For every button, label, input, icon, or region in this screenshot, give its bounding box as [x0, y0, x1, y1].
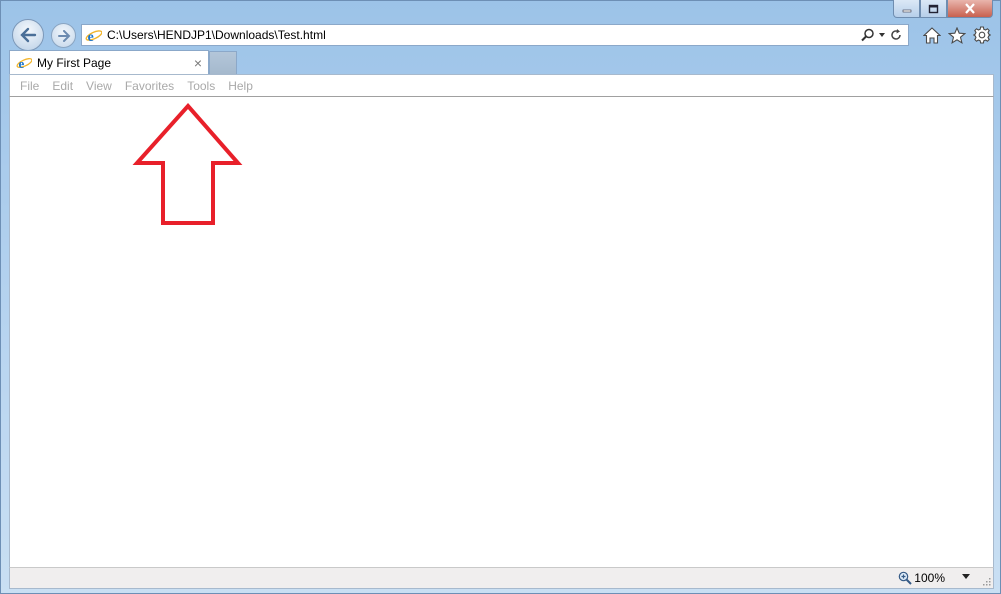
tab-title: My First Page [37, 55, 112, 70]
tab-close-icon[interactable]: × [194, 55, 202, 71]
address-bar[interactable]: e C:\Users\HENDJP1\Downloads\Test.html [81, 24, 909, 46]
zoom-level: 100% [914, 571, 945, 585]
favorites-star-icon [948, 26, 966, 44]
back-arrow-icon [20, 27, 37, 43]
maximize-button[interactable] [920, 0, 947, 18]
svg-text:e: e [88, 28, 94, 43]
forward-arrow-icon [57, 29, 70, 42]
zoom-control[interactable]: 100% [898, 571, 945, 585]
gear-icon [973, 26, 991, 44]
minimize-button[interactable] [893, 0, 920, 18]
maximize-icon [928, 4, 939, 13]
resize-grip-icon[interactable] [981, 576, 991, 586]
tab-my-first-page[interactable]: e My First Page × [9, 50, 209, 74]
menu-file[interactable]: File [20, 79, 39, 93]
favorites-button[interactable] [948, 26, 966, 44]
status-bar: 100% [9, 567, 994, 589]
new-tab-button[interactable] [209, 51, 237, 74]
menu-favorites[interactable]: Favorites [125, 79, 174, 93]
ie-page-icon: e [85, 28, 102, 43]
back-button[interactable] [12, 19, 44, 51]
menu-tools[interactable]: Tools [187, 79, 215, 93]
svg-text:e: e [19, 56, 25, 71]
menu-view[interactable]: View [86, 79, 112, 93]
home-button[interactable] [923, 26, 941, 44]
address-url[interactable]: C:\Users\HENDJP1\Downloads\Test.html [107, 28, 861, 42]
zoom-dropdown-icon[interactable] [962, 572, 971, 581]
close-icon [965, 3, 975, 14]
dropdown-icon[interactable] [878, 31, 886, 39]
ie-page-icon: e [16, 56, 32, 71]
home-icon [923, 26, 941, 44]
search-icon[interactable] [861, 28, 875, 42]
settings-button[interactable] [973, 26, 991, 44]
close-window-button[interactable] [947, 0, 993, 18]
window-controls [893, 0, 993, 18]
menu-edit[interactable]: Edit [52, 79, 73, 93]
menu-help[interactable]: Help [228, 79, 253, 93]
zoom-icon [898, 571, 913, 585]
forward-button[interactable] [51, 23, 76, 48]
minimize-icon [902, 9, 911, 12]
command-icons [923, 26, 991, 44]
menu-bar: File Edit View Favorites Tools Help [9, 74, 994, 97]
refresh-icon[interactable] [889, 28, 903, 42]
annotation-up-arrow [132, 103, 243, 225]
